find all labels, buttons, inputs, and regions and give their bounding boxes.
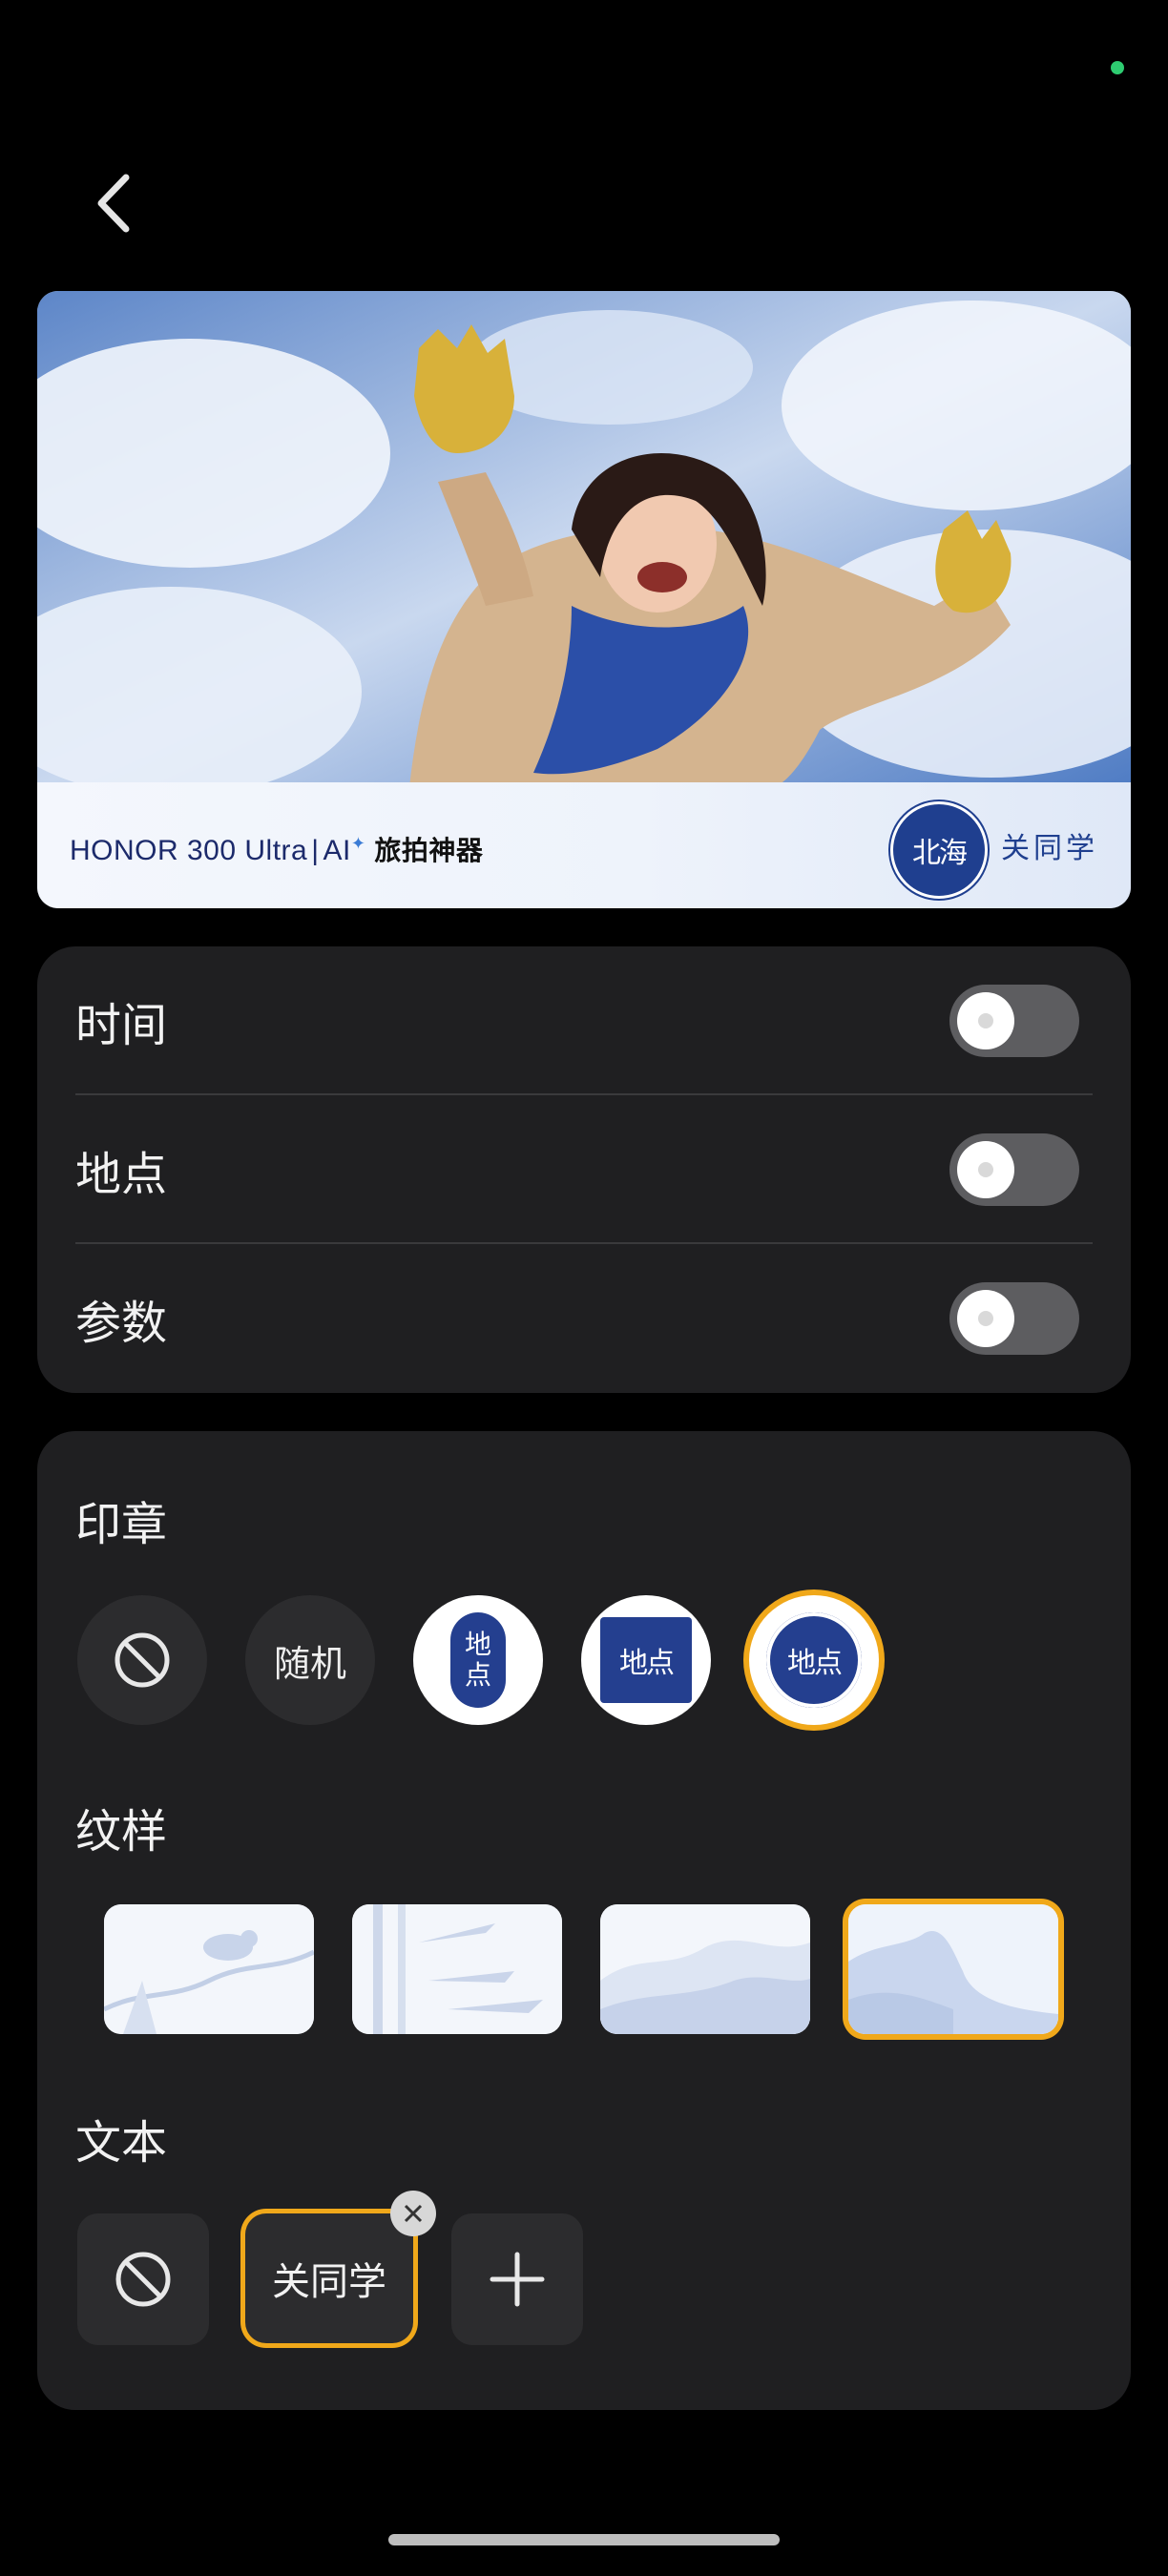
switch-knob [957,992,1014,1049]
watermark-frame: HONOR 300 Ultra | AI✦ 旅拍神器 北海 关同学 [37,782,1131,908]
params-switch[interactable] [949,1282,1079,1355]
location-switch[interactable] [949,1133,1079,1206]
seal-text: 北海 [912,837,968,870]
ai-star-icon: ✦ [350,834,366,853]
round-seal: 地点 [766,1612,862,1708]
plus-icon [490,2252,545,2307]
oval-seal: 地 点 [450,1612,506,1708]
brand-text: HONOR 300 Ultra [70,835,308,866]
watermark-seal: 北海 [890,801,988,899]
toggle-label: 地点 [75,1148,168,1201]
watermark-author: 关同学 [1001,832,1098,865]
none-icon [115,1632,170,1688]
back-button[interactable] [84,170,141,237]
none-icon [115,2252,171,2307]
stamp-oval-option[interactable]: 地 点 [413,1595,543,1725]
bird-pattern-image [104,1904,314,2034]
chevron-left-icon [97,174,130,233]
stamp-none-option[interactable] [77,1595,207,1725]
toggle-label: 时间 [75,999,168,1052]
pattern-bird-option[interactable] [104,1904,314,2034]
bamboo-pattern-image [352,1904,562,2034]
seal-text: 地点 [787,1647,843,1680]
seal-char: 点 [464,1659,491,1691]
switch-knob [957,1141,1014,1198]
photo-preview: HONOR 300 Ultra | AI✦ 旅拍神器 北海 关同学 [37,291,1131,908]
text-chip-selected[interactable]: 关同学 [245,2191,436,2343]
camera-indicator-dot [1111,61,1124,74]
home-indicator[interactable] [388,2534,780,2545]
text-chip-label: 关同学 [272,2260,386,2304]
switch-knob [957,1290,1014,1347]
style-card: 印章 随机 地 点 地点 地点 纹样 文本 关同学 [37,1431,1131,2410]
pattern-bamboo-option[interactable] [352,1904,562,2034]
random-label: 随机 [273,1642,346,1685]
pattern-clouds-option[interactable] [848,1904,1058,2034]
add-text-button[interactable] [451,2213,583,2345]
stamp-section-title: 印章 [75,1498,168,1551]
stamp-square-option[interactable]: 地点 [581,1595,711,1725]
toggle-label: 参数 [75,1297,168,1350]
seal-text: 地点 [619,1647,675,1680]
pattern-mountains-option[interactable] [600,1904,810,2034]
toggle-row-location: 地点 [75,1095,1093,1244]
info-toggles-card: 时间 地点 参数 [37,946,1131,1393]
text-none-option[interactable] [77,2213,209,2345]
slogan-text: 旅拍神器 [374,835,484,866]
stamp-round-option[interactable]: 地点 [749,1595,879,1725]
toggle-row-params: 参数 [75,1244,1093,1393]
stamp-random-option[interactable]: 随机 [245,1595,375,1725]
snow-portrait-image [37,291,1131,787]
text-section-title: 文本 [75,2116,168,2170]
square-seal: 地点 [600,1617,692,1703]
remove-text-button[interactable] [390,2191,436,2236]
watermark-brand: HONOR 300 Ultra | AI✦ 旅拍神器 [70,834,484,866]
pattern-section-title: 纹样 [75,1805,168,1859]
clouds-pattern-image [848,1904,1058,2034]
toggle-row-time: 时间 [75,946,1093,1095]
mountains-pattern-image [600,1904,810,2034]
time-switch[interactable] [949,985,1079,1057]
close-icon [404,2204,423,2223]
ai-label: AI [323,835,351,866]
seal-char: 地 [464,1628,491,1660]
